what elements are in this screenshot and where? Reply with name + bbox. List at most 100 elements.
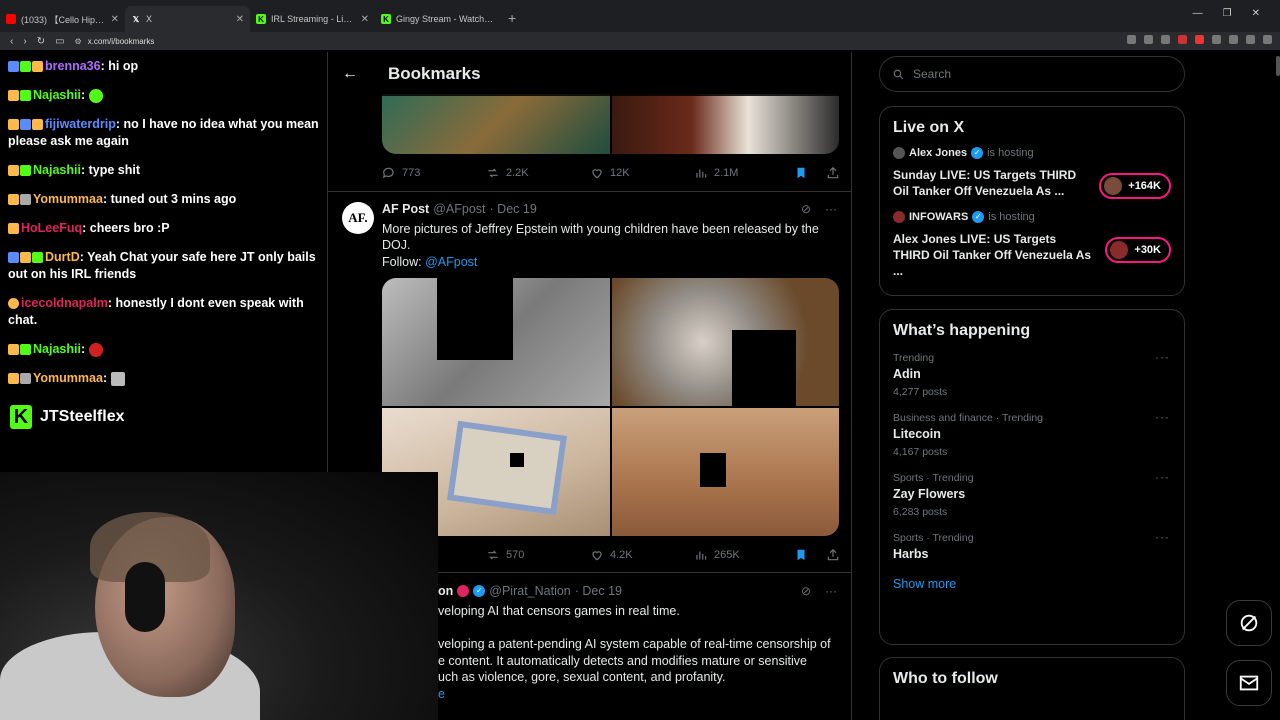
extensions-icon[interactable] (1229, 35, 1238, 44)
trend-item[interactable]: Trending Adin 4,277 posts ··· (880, 346, 1184, 406)
media-image[interactable] (382, 94, 610, 154)
share-icon[interactable] (1161, 35, 1170, 44)
close-tab-icon[interactable]: ✕ (361, 14, 369, 25)
trend-item[interactable]: Business and finance · Trending Litecoin… (880, 406, 1184, 466)
tab-kick-gingy[interactable]: K Gingy Stream - Watch Live on Kick (375, 6, 500, 32)
author-name[interactable]: AF Post (382, 202, 429, 216)
author-name[interactable]: on (438, 584, 453, 598)
views-button[interactable]: 2.1M (694, 166, 798, 180)
chat-username[interactable]: fijiwaterdrip (45, 117, 116, 131)
badge-icon (8, 194, 19, 206)
who-to-follow-panel: Who to follow (879, 657, 1185, 720)
site-info-icon[interactable]: ⚙ (75, 37, 82, 46)
sidebar-icon[interactable] (1246, 35, 1255, 44)
post-actions: 570 4.2K 265K (382, 548, 842, 562)
more-options-icon[interactable]: ··· (825, 584, 837, 598)
more-options-icon[interactable]: ··· (1155, 530, 1170, 544)
post-text-line: veloping a patent-pending AI system capa… (438, 637, 831, 651)
post-media[interactable] (382, 94, 839, 154)
media-image[interactable] (611, 278, 839, 406)
chat-username[interactable]: Najashii (33, 163, 81, 177)
repost-button[interactable]: 570 (486, 548, 590, 562)
chat-username[interactable]: DurtD (45, 250, 80, 264)
post-date[interactable]: · Dec 19 (490, 202, 537, 216)
views-button[interactable]: 265K (694, 548, 798, 562)
close-tab-icon[interactable]: ✕ (111, 14, 119, 25)
host-name[interactable]: Alex Jones (909, 147, 967, 159)
new-tab-button[interactable]: + (500, 10, 524, 32)
page-scrollbar[interactable] (1276, 56, 1280, 76)
close-tab-icon[interactable]: ✕ (236, 14, 244, 25)
chat-username[interactable]: HoLeeFuq (21, 221, 82, 235)
tab-kick-irl[interactable]: K IRL Streaming - Live Streams on Kick ✕ (250, 6, 375, 32)
live-item[interactable]: Alex Jones ✓ is hosting Sunday LIVE: US … (880, 143, 1184, 207)
tab-x[interactable]: 𝕏 X ✕ (125, 6, 250, 32)
live-title[interactable]: Alex Jones LIVE: US Targets THIRD Oil Ta… (893, 231, 1093, 279)
messages-button[interactable] (1226, 660, 1272, 706)
show-more-link[interactable]: e (438, 686, 838, 702)
close-window-icon[interactable]: ✕ (1252, 8, 1260, 19)
trend-count: 4,277 posts (893, 386, 948, 398)
post-divider (328, 191, 851, 192)
live-title[interactable]: Sunday LIVE: US Targets THIRD Oil Tanker… (893, 167, 1093, 199)
extension-icon[interactable] (1212, 35, 1221, 44)
chat-username[interactable]: Yomummaa (33, 192, 103, 206)
zoom-icon[interactable] (1144, 35, 1153, 44)
show-more-link[interactable]: Show more (880, 569, 1184, 603)
repost-button[interactable]: 2.2K (486, 166, 590, 180)
chat-username[interactable]: Najashii (33, 88, 81, 102)
listener-count-pill[interactable]: +164K (1099, 173, 1171, 199)
author-handle[interactable]: @Pirat_Nation (489, 584, 570, 598)
bookmark-filled-icon[interactable] (794, 548, 808, 562)
tab-youtube[interactable]: (1033) 【Cello Hip Hop】- Cello of the ✕ (0, 6, 125, 32)
minimize-icon[interactable]: — (1193, 8, 1203, 19)
share-icon[interactable] (826, 548, 840, 562)
back-icon[interactable]: ‹ (10, 36, 13, 47)
media-image[interactable] (611, 94, 839, 154)
like-button[interactable]: 12K (590, 166, 694, 180)
extension-icon[interactable] (1178, 35, 1187, 44)
chat-username[interactable]: icecoldnapalm (21, 296, 108, 310)
listener-count-pill[interactable]: +30K (1105, 237, 1171, 263)
post-date[interactable]: · Dec 19 (575, 584, 622, 598)
back-arrow-icon[interactable]: ← (328, 65, 372, 83)
avatar[interactable]: AF. (342, 202, 374, 234)
more-options-icon[interactable]: ··· (1155, 350, 1170, 364)
badge-icon (20, 373, 31, 385)
grok-icon[interactable]: ⊘ (801, 584, 811, 598)
chat-username[interactable]: Yomummaa (33, 371, 103, 385)
forward-icon[interactable]: › (23, 36, 26, 47)
more-options-icon[interactable]: ··· (825, 202, 837, 216)
more-options-icon[interactable]: ··· (1155, 410, 1170, 424)
extension-icon[interactable] (1127, 35, 1136, 44)
restore-icon[interactable]: ❐ (1223, 8, 1232, 19)
share-icon[interactable] (826, 166, 840, 180)
more-options-icon[interactable]: ··· (1155, 470, 1170, 484)
like-button[interactable]: 4.2K (590, 548, 694, 562)
author-handle[interactable]: @AFpost (433, 202, 485, 216)
reply-button[interactable]: 773 (382, 166, 486, 180)
bookmark-filled-icon[interactable] (794, 166, 808, 180)
live-item[interactable]: INFOWARS ✓ is hosting Alex Jones LIVE: U… (880, 207, 1184, 287)
chat-username[interactable]: Najashii (33, 342, 81, 356)
bookmark-page-icon[interactable]: ▭ (55, 36, 64, 47)
youtube-favicon-icon (6, 14, 16, 24)
media-image[interactable] (382, 278, 610, 406)
post-text: More pictures of Jeffrey Epstein with yo… (382, 222, 819, 252)
extension-icon[interactable] (1195, 35, 1204, 44)
badge-icon (8, 344, 19, 356)
search-input[interactable]: Search (879, 56, 1185, 92)
url-field[interactable]: x.com/i/bookmarks (88, 37, 155, 46)
grok-icon[interactable]: ⊘ (801, 202, 811, 216)
media-image[interactable] (611, 408, 839, 536)
grok-button[interactable] (1226, 600, 1272, 646)
host-name[interactable]: INFOWARS (909, 211, 968, 223)
post-media-grid[interactable] (382, 278, 839, 536)
chat-username[interactable]: brenna36 (45, 59, 101, 73)
follow-link[interactable]: @AFpost (425, 255, 477, 269)
menu-icon[interactable] (1263, 35, 1272, 44)
reload-icon[interactable]: ↻ (37, 36, 45, 47)
trend-item[interactable]: Sports · Trending Zay Flowers 6,283 post… (880, 466, 1184, 526)
trend-item[interactable]: Sports · Trending Harbs ··· (880, 526, 1184, 569)
listener-count: +164K (1128, 180, 1161, 192)
